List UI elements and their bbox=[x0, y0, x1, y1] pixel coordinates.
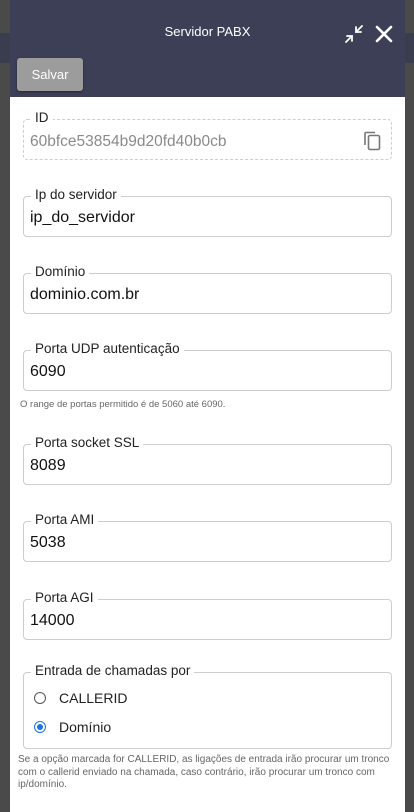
id-value: 60bfce53854b9d20fd40b0cb bbox=[30, 133, 227, 150]
backdrop bbox=[404, 33, 414, 63]
ssl-port-input[interactable] bbox=[30, 457, 350, 475]
incoming-calls-group: Entrada de chamadas por CALLERID Domínio bbox=[23, 663, 392, 749]
radio-button[interactable] bbox=[34, 692, 46, 704]
id-label: ID bbox=[31, 110, 53, 125]
agi-port-input[interactable] bbox=[30, 612, 350, 630]
radio-button-selected[interactable] bbox=[34, 721, 46, 733]
radio-domain[interactable]: Domínio bbox=[34, 719, 111, 735]
ami-port-input[interactable] bbox=[30, 534, 350, 552]
ssl-port-label: Porta socket SSL bbox=[31, 435, 144, 450]
incoming-calls-label: Entrada de chamadas por bbox=[31, 663, 195, 678]
dialog-header: Servidor PABX Salvar bbox=[10, 0, 405, 97]
udp-port-field[interactable]: Porta UDP autenticação bbox=[23, 341, 392, 391]
agi-port-field[interactable]: Porta AGI bbox=[23, 590, 392, 640]
pabx-server-dialog: Servidor PABX Salvar ID 60bfce53854b9d20… bbox=[10, 0, 405, 812]
server-ip-input[interactable] bbox=[30, 209, 350, 227]
backdrop bbox=[0, 33, 10, 63]
close-icon[interactable] bbox=[372, 22, 396, 46]
udp-port-label: Porta UDP autenticação bbox=[31, 341, 184, 356]
domain-field[interactable]: Domínio bbox=[23, 264, 392, 314]
udp-port-input[interactable] bbox=[30, 363, 350, 381]
ssl-port-field[interactable]: Porta socket SSL bbox=[23, 435, 392, 485]
incoming-calls-footnote: Se a opção marcada for CALLERID, as liga… bbox=[18, 754, 390, 790]
server-ip-field[interactable]: Ip do servidor bbox=[23, 187, 392, 237]
id-field: ID 60bfce53854b9d20fd40b0cb bbox=[23, 110, 392, 160]
radio-callerid[interactable]: CALLERID bbox=[34, 690, 127, 706]
server-ip-label: Ip do servidor bbox=[31, 187, 121, 202]
minimize-arrows-icon[interactable] bbox=[342, 22, 366, 46]
domain-label: Domínio bbox=[31, 264, 90, 279]
radio-callerid-label: CALLERID bbox=[59, 690, 128, 706]
agi-port-label: Porta AGI bbox=[31, 590, 98, 605]
ami-port-field[interactable]: Porta AMI bbox=[23, 512, 392, 562]
save-button[interactable]: Salvar bbox=[17, 58, 83, 91]
domain-input[interactable] bbox=[30, 286, 350, 304]
copy-icon[interactable] bbox=[362, 130, 382, 152]
udp-port-helper: O range de portas permitido é de 5060 at… bbox=[20, 399, 226, 410]
ami-port-label: Porta AMI bbox=[31, 512, 99, 527]
radio-domain-label: Domínio bbox=[59, 719, 112, 735]
